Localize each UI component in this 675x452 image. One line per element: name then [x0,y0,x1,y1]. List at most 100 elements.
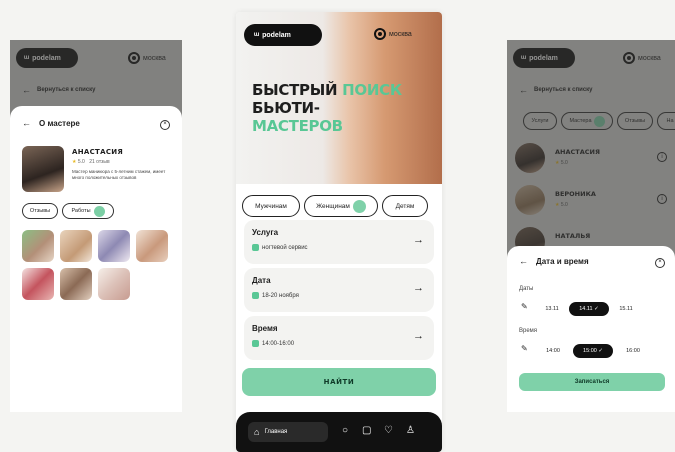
logo-text: podelam [32,54,61,62]
star-icon: ★ [555,160,560,166]
arrow-right-icon: → [413,282,424,294]
sheet-title: Дата и время [536,256,589,266]
city-selector[interactable]: москва [623,52,661,64]
lashes-icon: ᵚ [254,30,259,40]
filter-services[interactable]: Услуги [523,112,557,130]
time-label: Время [519,328,538,334]
arrow-left-icon: ← [22,85,31,95]
logo-text: podelam [529,54,558,62]
master-avatar [22,146,64,192]
home-icon: ⌂ [254,427,260,437]
location-pin-icon [128,52,140,64]
selected-indicator-icon [593,115,605,127]
city-label: москва [143,54,166,62]
master-description: Мастер маникюра с 5-летним стажем, имеет… [72,169,166,181]
sheet-title: О мастере [39,118,80,128]
tab-works[interactable]: Работы [62,203,114,219]
location-pin-icon [623,52,635,64]
time-field[interactable]: Время 14:00-16:00 → [244,316,434,360]
star-icon: ★ [555,202,560,208]
category-women[interactable]: Женщинам [304,195,378,217]
date-slot-selected[interactable]: 14.11 ✓ [569,302,609,316]
search-icon[interactable]: ○ [342,425,348,437]
close-icon[interactable]: × [160,120,170,130]
city-label: москва [389,30,412,38]
arrow-right-icon: → [413,234,424,246]
time-slot[interactable]: 14:00 [539,344,567,358]
hero-line-1: БЫСТРЫЙ ПОИСК [252,81,402,99]
pencil-icon[interactable]: ✎ [521,344,528,353]
back-label: Вернуться к списку [37,87,96,93]
bottom-tabbar: ⌂ Главная ○ ▢ ♡ ♙ [236,412,442,452]
back-to-list[interactable]: ← Вернуться к списку [519,85,593,95]
arrow-right-icon: → [413,330,424,342]
info-icon[interactable]: i [657,152,667,162]
date-field[interactable]: Дата 18-20 ноября → [244,268,434,312]
master-sheet: ← О мастере × АНАСТАСИЯ ★ 5.0 21 отзыв М… [10,106,182,412]
selected-indicator-icon [352,199,366,213]
avatar [515,143,545,173]
center-phone-screen: ᵚ podelam москва БЫСТРЫЙ ПОИСК БЬЮТИ- МА… [236,12,442,452]
time-slot-selected[interactable]: 15:00 ✓ [573,344,613,358]
work-photo[interactable] [22,268,54,300]
work-photo[interactable] [136,230,168,262]
back-label: Вернуться к списку [534,87,593,93]
profile-icon[interactable]: ♙ [406,425,415,437]
logo-pill[interactable]: ᵚ podelam [513,48,575,68]
master-list-item[interactable]: АНАСТАСИЯ ★ 5.0 i [515,140,675,178]
sheet-header[interactable]: ← Дата и время [519,256,589,266]
datetime-sheet: ← Дата и время × Даты ✎ 13.11 14.11 ✓ 15… [507,246,675,412]
right-phone-screen: ᵚ podelam москва ← Вернуться к списку Ус… [507,40,675,412]
dates-label: Даты [519,286,534,292]
heart-icon[interactable]: ♡ [384,425,393,437]
apply-button[interactable]: Записаться [519,373,665,391]
date-slot[interactable]: 13.11 [539,302,565,316]
lashes-icon: ᵚ [24,53,29,63]
arrow-left-icon: ← [519,256,528,266]
master-name: АНАСТАСИЯ [72,148,124,156]
work-photo[interactable] [22,230,54,262]
tab-reviews[interactable]: Отзывы [22,203,58,219]
check-icon [252,340,259,347]
filter-reviews[interactable]: Отзывы [617,112,653,130]
time-slot[interactable]: 16:00 [619,344,647,358]
pencil-icon[interactable]: ✎ [521,302,528,311]
master-list-item[interactable]: ВЕРОНИКА ★ 5.0 i [515,182,675,220]
logo-text: podelam [262,31,291,39]
city-selector[interactable]: москва [374,28,412,40]
master-rating: ★ 5.0 21 отзыв [72,159,110,165]
logo-pill[interactable]: ᵚ podelam [244,24,322,46]
filter-masters[interactable]: Мастера [561,112,613,130]
check-icon [252,292,259,299]
avatar [515,185,545,215]
back-to-list[interactable]: ← Вернуться к списку [22,85,96,95]
location-pin-icon [374,28,386,40]
left-phone-screen: ᵚ podelam москва ← Вернуться к списку ← … [10,40,182,412]
check-icon [252,244,259,251]
close-icon[interactable]: × [655,258,665,268]
work-photo[interactable] [60,230,92,262]
work-photo[interactable] [98,230,130,262]
info-icon[interactable]: i [657,194,667,204]
hero-line-2: БЬЮТИ- [252,99,320,117]
selected-indicator-icon [93,205,105,217]
hero-line-3: МАСТЕРОВ [252,117,343,135]
lashes-icon: ᵚ [521,53,526,63]
logo-pill[interactable]: ᵚ podelam [16,48,78,68]
arrow-left-icon: ← [519,85,528,95]
tab-home[interactable]: ⌂ Главная [248,422,328,442]
sheet-header[interactable]: ← О мастере [22,118,80,128]
city-label: москва [638,54,661,62]
date-slot[interactable]: 15.11 [613,302,639,316]
document-icon[interactable]: ▢ [362,425,371,437]
work-photo[interactable] [60,268,92,300]
category-men[interactable]: Мужчинам [242,195,300,217]
category-kids[interactable]: Детям [382,195,428,217]
star-icon: ★ [72,159,77,165]
city-selector[interactable]: москва [128,52,166,64]
work-photo[interactable] [98,268,130,300]
service-field[interactable]: Услуга ногтевой сервис → [244,220,434,264]
arrow-left-icon: ← [22,118,31,128]
filter-more[interactable]: На [657,112,675,130]
find-button[interactable]: НАЙТИ [242,368,436,396]
